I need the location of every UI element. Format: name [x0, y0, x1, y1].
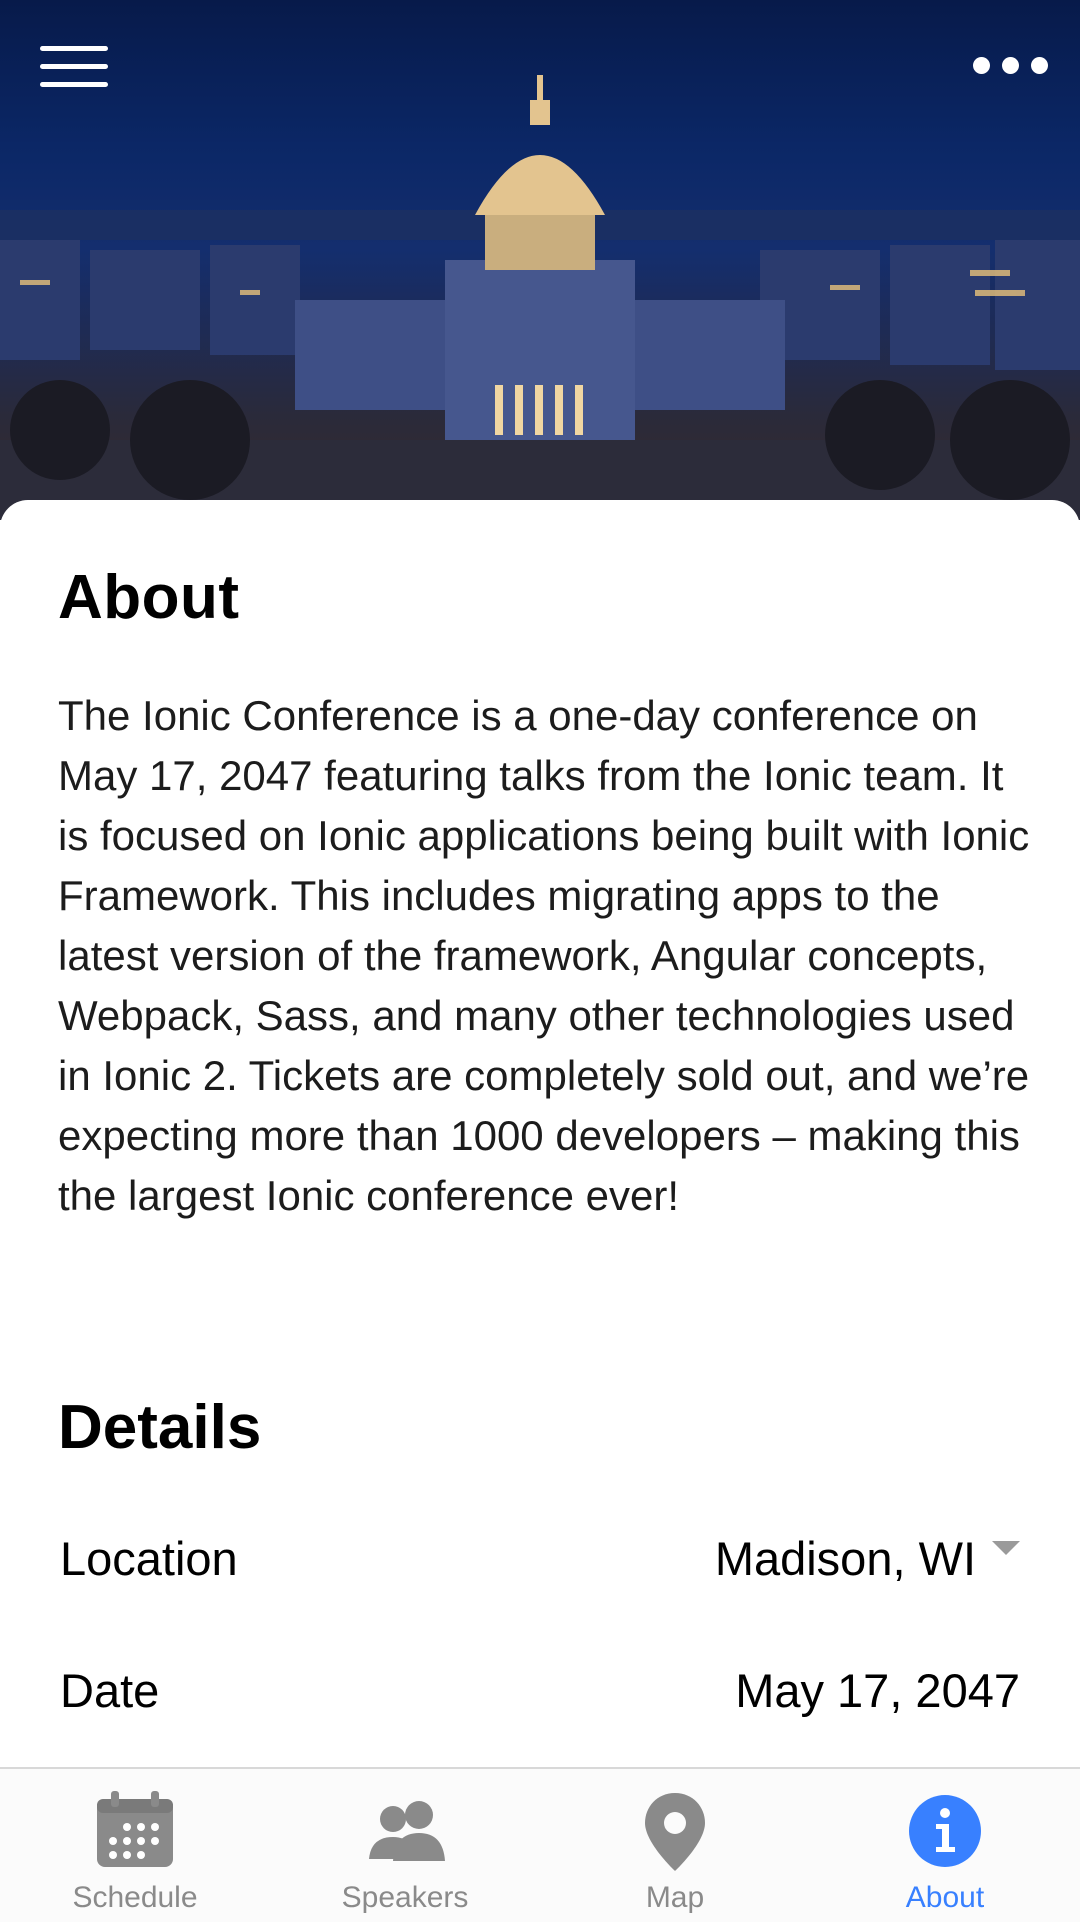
tab-speakers-label: Speakers — [341, 1881, 469, 1914]
location-value: Madison, WI — [714, 1531, 976, 1585]
tab-about-label: About — [905, 1881, 985, 1914]
details-title: Details — [58, 1393, 262, 1462]
about-paragraph: The Ionic Conference is a one-day confer… — [58, 692, 1030, 1219]
tab-map[interactable]: Map — [540, 1769, 810, 1922]
tab-about[interactable]: About — [810, 1769, 1080, 1922]
date-label: Date — [60, 1663, 160, 1717]
location-select[interactable]: Madison, WI — [715, 1531, 1020, 1586]
location-row[interactable]: Location Madison, WI — [60, 1518, 1020, 1598]
dropdown-caret-icon — [992, 1541, 1020, 1555]
about-title: About — [58, 563, 240, 632]
people-icon — [369, 1801, 445, 1861]
capitol-illustration — [0, 75, 1080, 520]
tab-schedule-label: Schedule — [72, 1881, 198, 1914]
hero-image — [0, 0, 1080, 520]
menu-icon-line — [40, 82, 108, 87]
more-icon-dot — [1001, 56, 1019, 74]
menu-icon — [40, 46, 108, 51]
content-sheet: About The Ionic Conference is a one-day … — [0, 500, 1080, 1768]
tab-map-label: Map — [645, 1881, 705, 1914]
more-options-button[interactable] — [970, 50, 1050, 80]
tab-bar: Schedule Speakers Map About — [0, 1767, 1080, 1922]
date-value[interactable]: May 17, 2047 — [735, 1663, 1020, 1718]
menu-icon-line — [40, 64, 108, 69]
date-row[interactable]: Date May 17, 2047 — [60, 1650, 1020, 1730]
calendar-icon — [97, 1791, 173, 1867]
info-icon — [909, 1795, 981, 1867]
more-icon — [972, 56, 990, 74]
more-icon-dot — [1030, 56, 1048, 74]
location-label: Location — [60, 1531, 238, 1585]
location-pin-icon — [645, 1793, 705, 1871]
tab-speakers[interactable]: Speakers — [270, 1769, 540, 1922]
menu-button[interactable] — [36, 42, 112, 94]
tab-schedule[interactable]: Schedule — [0, 1769, 270, 1922]
